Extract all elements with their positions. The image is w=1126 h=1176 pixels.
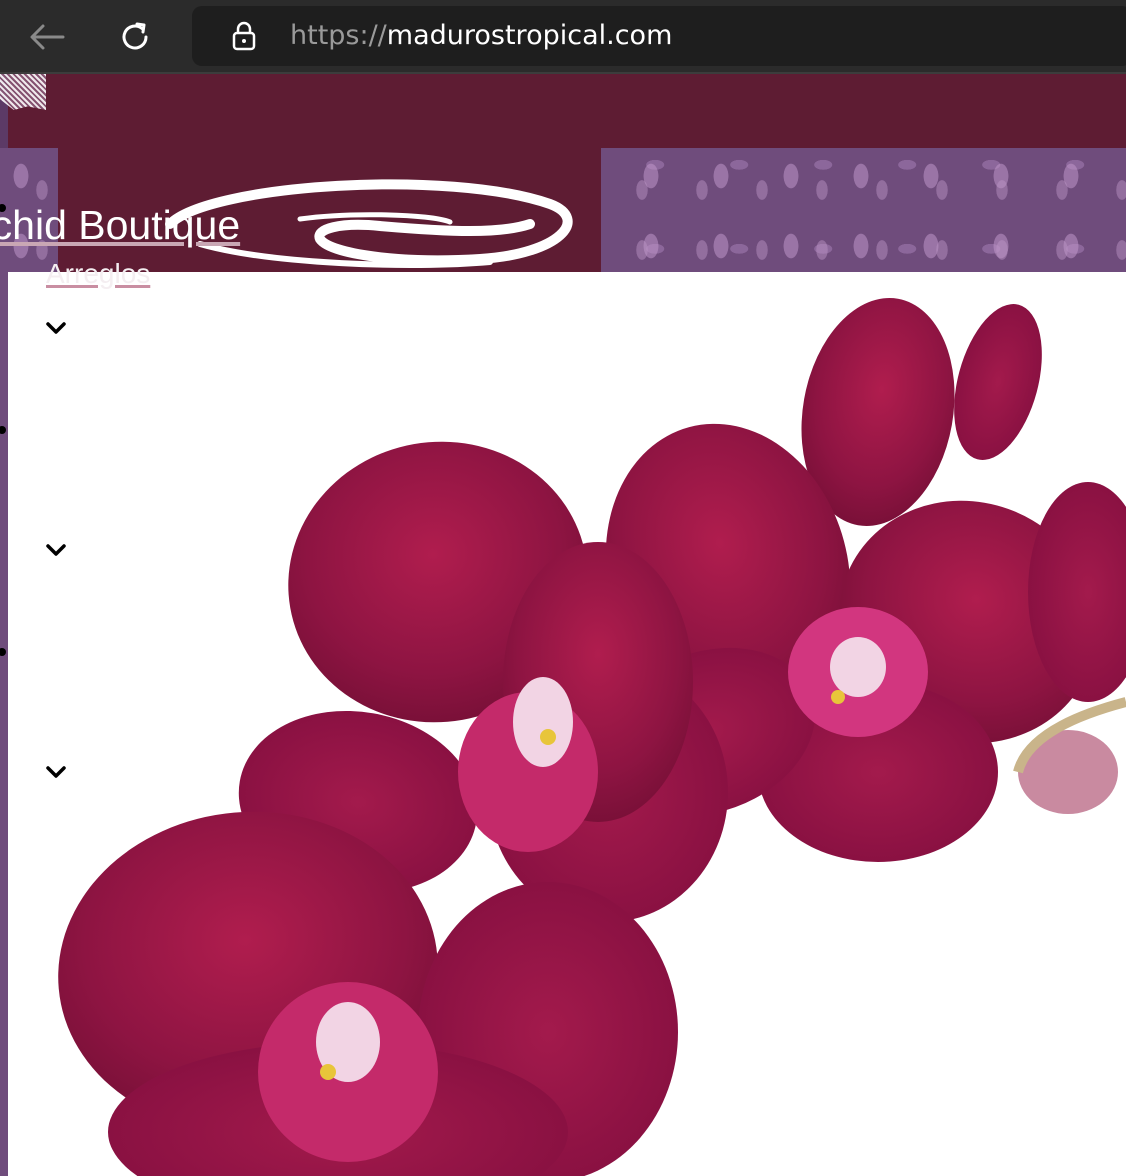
address-bar[interactable]: https://madurostropical.com <box>192 6 1126 66</box>
header-band <box>8 74 1126 148</box>
lock-icon <box>228 20 260 52</box>
corner-graphic <box>0 74 46 110</box>
url-text: https://madurostropical.com <box>290 20 672 52</box>
chevron-down-icon[interactable] <box>44 320 68 336</box>
back-button[interactable] <box>24 14 70 60</box>
url-host: madurostropical.com <box>386 20 673 51</box>
reload-button[interactable] <box>112 14 158 60</box>
chevron-down-icon[interactable] <box>44 542 68 558</box>
site-title-link[interactable]: rchid Boutique <box>0 200 240 250</box>
orchid-image <box>58 298 1126 1176</box>
chevron-down-icon[interactable] <box>44 764 68 780</box>
nav-link-1[interactable]: Arreglos <box>46 258 150 290</box>
main-content <box>8 272 1126 1176</box>
web-page: rchid Boutique Arreglos <box>0 74 1126 1176</box>
url-scheme: https:// <box>290 20 387 51</box>
left-pattern-strip <box>0 272 8 1176</box>
back-arrow-icon <box>30 24 65 50</box>
reload-icon <box>122 22 148 50</box>
browser-toolbar: https://madurostropical.com <box>0 0 1126 74</box>
